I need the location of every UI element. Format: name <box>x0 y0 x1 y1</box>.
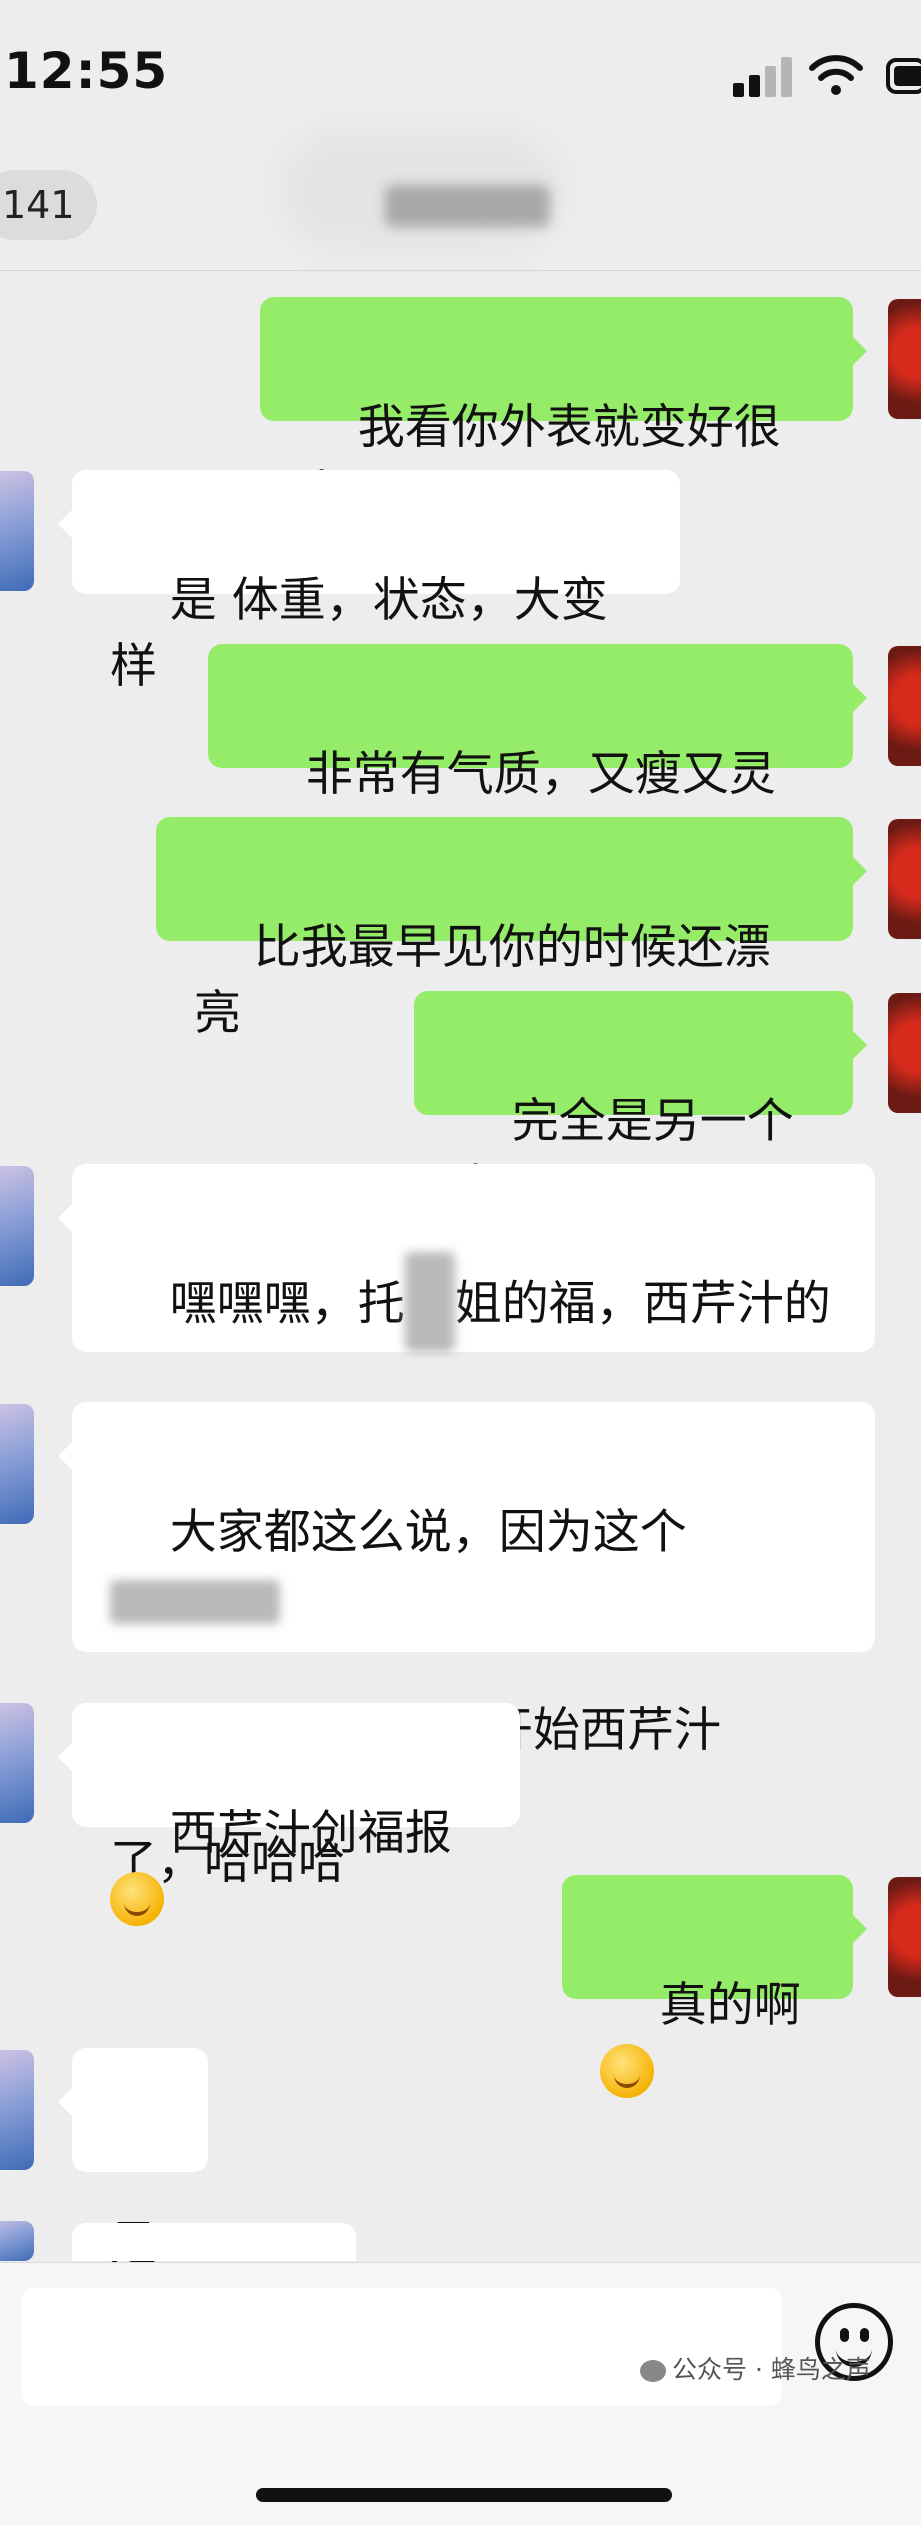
contact-avatar[interactable] <box>0 1166 34 1286</box>
home-indicator[interactable] <box>256 2488 672 2502</box>
cellular-signal-icon <box>733 55 793 97</box>
message-text: 西芹汁创福报 <box>169 1806 452 1861</box>
message-bubble-received[interactable] <box>58 2223 356 2291</box>
message-bubble-sent[interactable]: 非常有气质，又瘦又灵动 <box>208 644 867 868</box>
status-bar: 12:55 <box>0 0 921 150</box>
wifi-icon <box>809 55 863 95</box>
back-button[interactable]: 141 <box>0 170 97 240</box>
message-bubble-sent[interactable]: 比我最早见你的时候还漂亮 <box>156 817 867 1041</box>
crying-laughing-emoji-icon <box>600 2043 654 2098</box>
watermark-text: 公众号 · 蜂鸟之声 <box>672 2355 871 2384</box>
message-text: 嘿嘿嘿，托 <box>169 1276 405 1332</box>
thinking-emoji-icon <box>110 1871 164 1926</box>
contact-avatar[interactable] <box>0 2221 34 2261</box>
contact-avatar[interactable] <box>0 1703 34 1823</box>
chat-message-list[interactable]: 我看你外表就变好很大 是 体重，状态，大变样 非常有气质，又瘦又灵动 比我最早见… <box>0 271 921 2291</box>
message-input[interactable] <box>22 2288 782 2406</box>
message-bubble-received[interactable]: 是 <box>58 2048 208 2272</box>
message-bubble-sent[interactable]: 真的啊 <box>562 1875 867 2098</box>
message-text: 姐的福，西芹汁的 <box>454 1276 831 1332</box>
my-avatar[interactable] <box>888 993 921 1113</box>
my-avatar[interactable] <box>888 1877 921 1997</box>
unread-count: 141 <box>2 183 75 227</box>
message-bubble-received[interactable]: 西芹汁创福报 <box>58 1703 520 1926</box>
message-bubble-sent[interactable]: 完全是另一个人 <box>414 991 867 1215</box>
input-bar <box>0 2262 921 2525</box>
contact-avatar[interactable] <box>0 2050 34 2170</box>
my-avatar[interactable] <box>888 299 921 419</box>
message-text: 大家都这么说，因为这个 <box>169 1505 687 1560</box>
wechat-icon <box>640 2360 666 2382</box>
message-bubble-received[interactable]: 大家都这么说，因为这个 他们，好多人也都开始西芹汁 了，哈哈哈 <box>58 1402 875 1890</box>
watermark: 公众号 · 蜂鸟之声 <box>640 2350 871 2386</box>
battery-icon <box>886 58 921 94</box>
my-avatar[interactable] <box>888 646 921 766</box>
chat-header: 141 <box>0 130 921 271</box>
message-text: 真的啊 <box>659 1978 801 2033</box>
message-bubble-received[interactable]: 嘿嘿嘿，托姐的福，西芹汁的 福报 <box>58 1164 875 1478</box>
message-bubble-received[interactable]: 是 体重，状态，大变样 <box>58 470 680 694</box>
status-time: 12:55 <box>4 42 169 100</box>
redacted-name <box>404 1252 455 1352</box>
redacted-text <box>110 1579 280 1624</box>
contact-avatar[interactable] <box>0 471 34 591</box>
contact-avatar[interactable] <box>0 1404 34 1524</box>
message-bubble-sent[interactable]: 我看你外表就变好很大 <box>260 297 867 521</box>
contact-name-redacted <box>385 185 550 227</box>
my-avatar[interactable] <box>888 819 921 939</box>
